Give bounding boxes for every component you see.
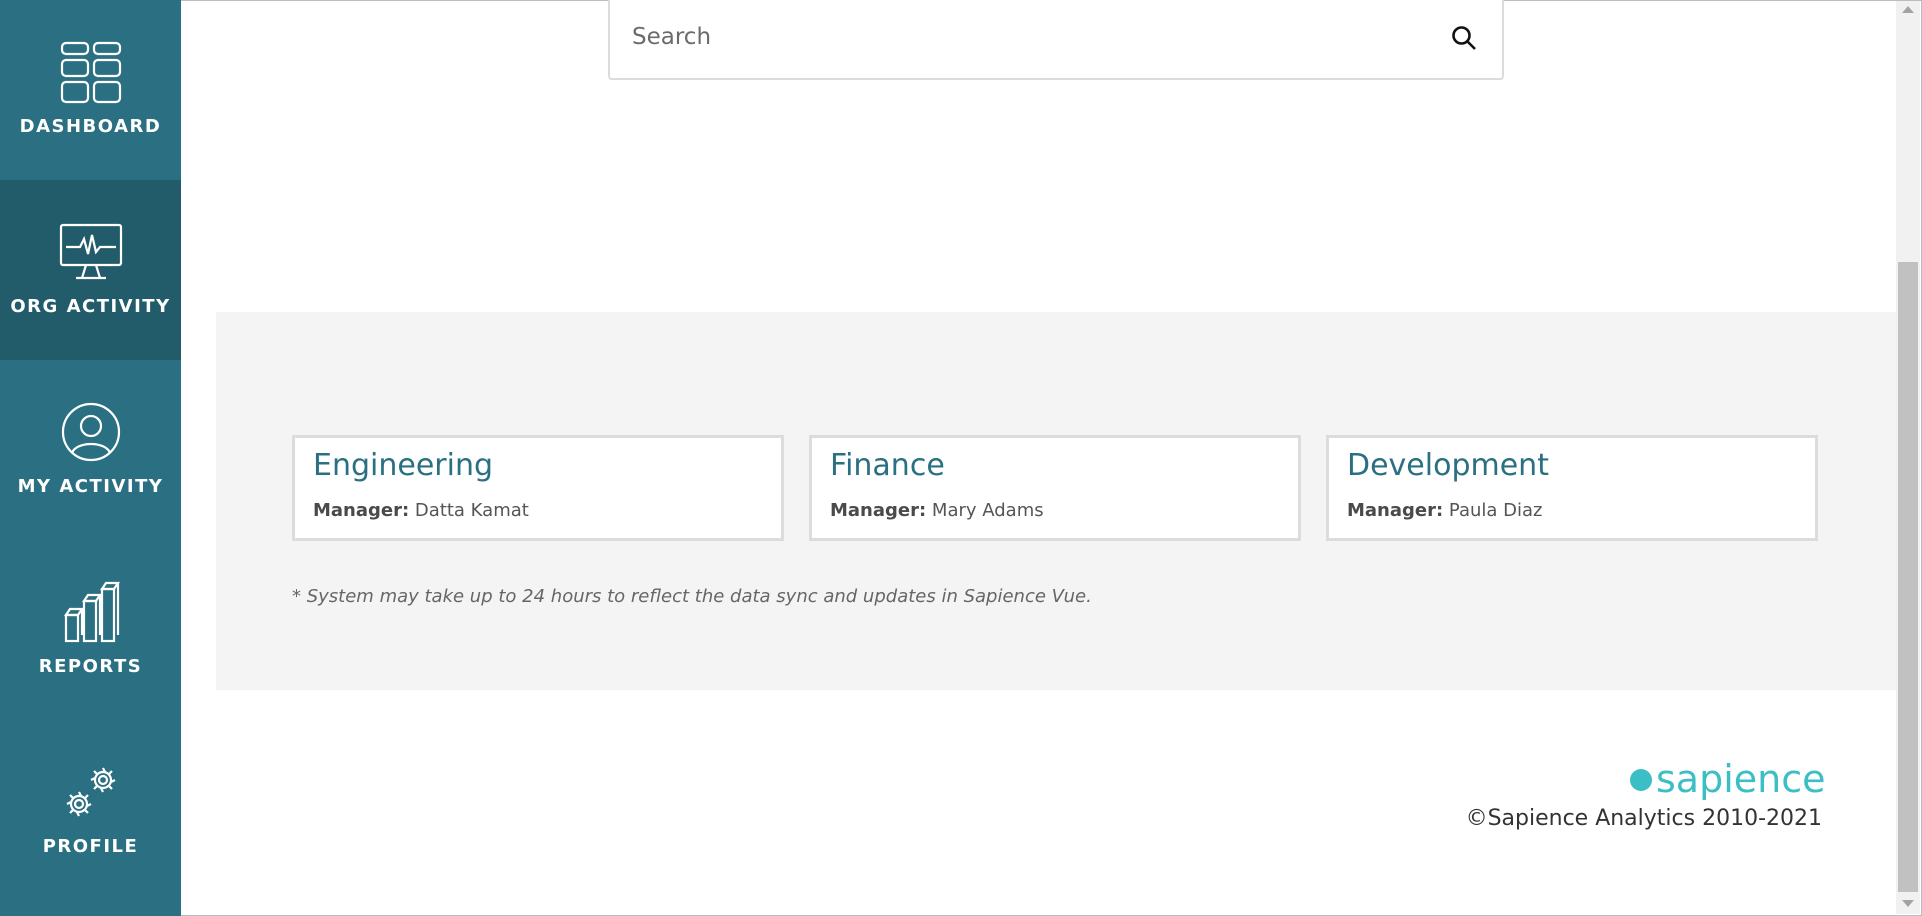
search-icon	[1452, 26, 1476, 50]
search-input[interactable]	[630, 18, 1414, 56]
sidebar-item-label: PROFILE	[42, 836, 139, 857]
department-name: Development	[1347, 448, 1549, 483]
sidebar-item-reports[interactable]: REPORTS	[0, 540, 181, 720]
search-button[interactable]	[1448, 22, 1480, 54]
department-manager: Manager: Paula Diaz	[1347, 500, 1543, 521]
department-manager: Manager: Datta Kamat	[313, 500, 529, 521]
department-card-development[interactable]: Development Manager: Paula Diaz	[1326, 435, 1818, 541]
department-card-finance[interactable]: Finance Manager: Mary Adams	[809, 435, 1301, 541]
sidebar-item-label: REPORTS	[38, 656, 143, 677]
department-manager: Manager: Mary Adams	[830, 500, 1044, 521]
manager-name: Datta Kamat	[414, 500, 529, 521]
sidebar-item-org-activity[interactable]: ORG ACTIVITY	[0, 180, 181, 360]
manager-label: Manager:	[830, 500, 927, 521]
scroll-up-arrow-icon[interactable]	[1902, 6, 1914, 13]
sync-note: * System may take up to 24 hours to refl…	[292, 586, 1092, 607]
scrollbar-thumb[interactable]	[1898, 262, 1918, 892]
sidebar-item-my-activity[interactable]: MY ACTIVITY	[0, 360, 181, 540]
logo-text: sapience	[1656, 757, 1826, 801]
sidebar-item-profile[interactable]: PROFILE	[0, 720, 181, 900]
department-card-engineering[interactable]: Engineering Manager: Datta Kamat	[292, 435, 784, 541]
user-circle-icon	[0, 400, 181, 464]
sidebar-item-label: ORG ACTIVITY	[10, 296, 171, 317]
search-bar	[608, 0, 1504, 80]
sidebar-item-label: MY ACTIVITY	[17, 476, 164, 497]
sidebar-item-dashboard[interactable]: DASHBOARD	[0, 0, 181, 180]
monitor-pulse-icon	[0, 220, 181, 284]
manager-label: Manager:	[313, 500, 410, 521]
dashboard-grid-icon	[0, 40, 181, 104]
manager-label: Manager:	[1347, 500, 1444, 521]
sidebar-item-label: DASHBOARD	[19, 116, 162, 137]
logo-dot-icon	[1630, 769, 1652, 791]
scroll-down-arrow-icon[interactable]	[1902, 900, 1914, 907]
sapience-logo[interactable]: sapience	[1630, 756, 1826, 802]
sidebar: DASHBOARD ORG ACTIVITY MY ACTIVITY REPOR…	[0, 0, 181, 916]
manager-name: Mary Adams	[931, 500, 1044, 521]
department-name: Finance	[830, 448, 945, 483]
department-name: Engineering	[313, 448, 493, 483]
manager-name: Paula Diaz	[1448, 500, 1543, 521]
bar-chart-3d-icon	[0, 580, 181, 644]
gears-icon	[0, 760, 181, 824]
departments-panel: Engineering Manager: Datta Kamat Finance…	[216, 312, 1896, 690]
copyright-text: ©Sapience Analytics 2010-2021	[1465, 806, 1822, 831]
